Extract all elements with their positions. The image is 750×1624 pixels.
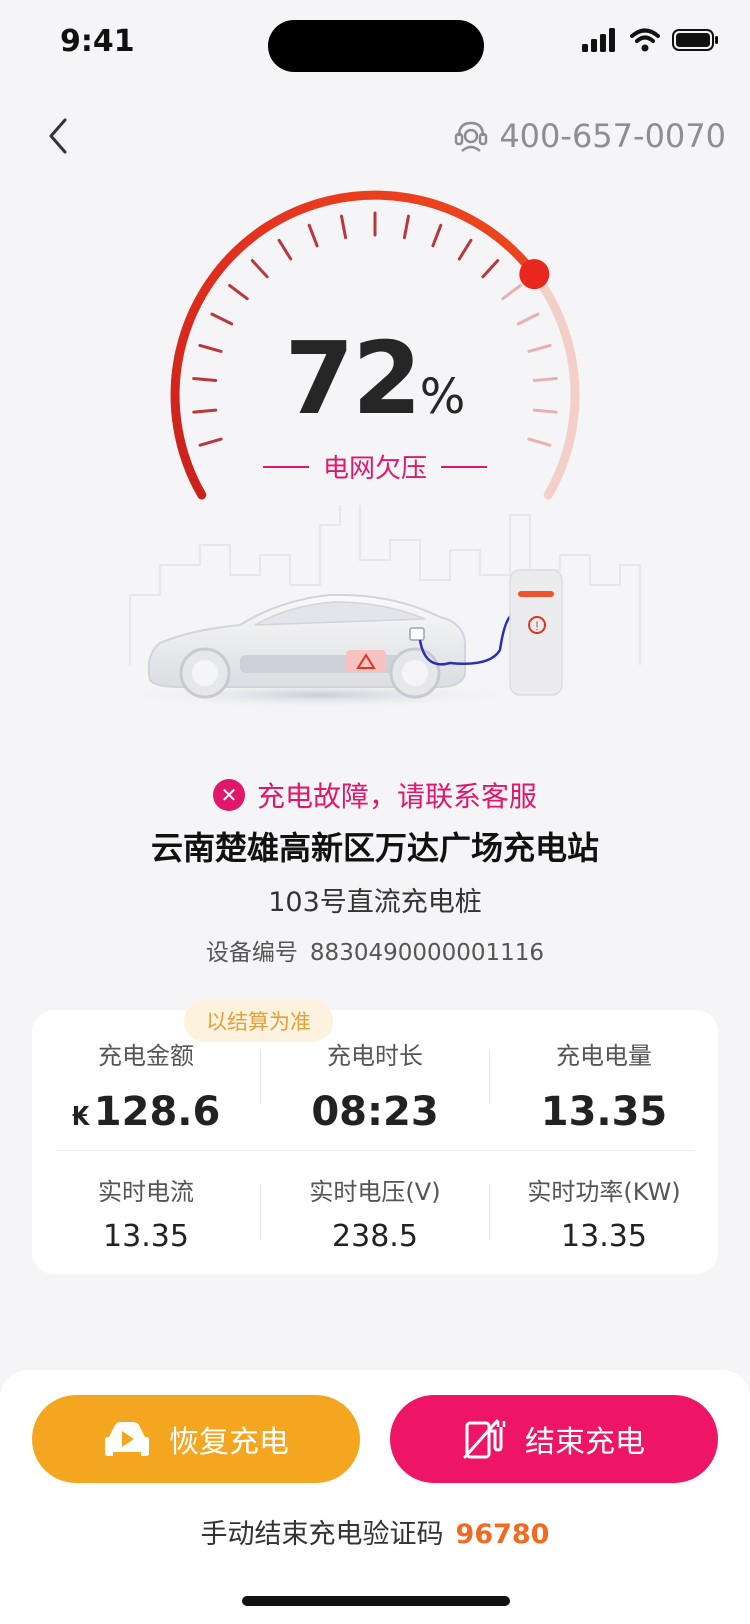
device-label: 设备编号 <box>205 940 298 966</box>
gauge-tick <box>307 223 319 248</box>
hotline-number: 400-657-0070 <box>499 117 726 155</box>
grid-status: 电网欠压 <box>0 448 750 485</box>
gauge-tick <box>501 284 522 301</box>
charger-pile-icon: ! <box>509 569 563 696</box>
gauge-tick <box>228 284 249 301</box>
verify-code-value: 96780 <box>455 1519 550 1550</box>
divider-line <box>441 465 487 468</box>
percent-sign: % <box>419 369 466 425</box>
divider <box>56 1150 694 1151</box>
divider-line <box>262 465 309 468</box>
stat-value: 13.35 <box>561 1219 647 1254</box>
device-value: 8830490000001116 <box>309 940 545 966</box>
status-time: 9:41 <box>60 24 135 59</box>
stat-amount: 充电金额 ₭ 128.6 <box>32 1036 260 1135</box>
stat-value: 13.35 <box>103 1219 189 1254</box>
stat-value: 13.35 <box>540 1089 668 1135</box>
battery-icon <box>672 29 718 51</box>
currency-symbol: ₭ <box>71 1102 90 1132</box>
gauge-tick <box>402 214 410 240</box>
headset-icon <box>455 121 488 152</box>
end-label: 结束充电 <box>525 1425 645 1460</box>
station-name: 云南楚雄高新区万达广场充电站 <box>150 829 599 867</box>
verification-code: 手动结束充电验证码 96780 <box>0 1512 750 1551</box>
pile-name: 103号直流充电桩 <box>268 887 482 918</box>
gauge-tick <box>250 259 269 279</box>
stat-duration: 充电时长 08:23 <box>261 1036 489 1135</box>
device-number: 设备编号 8830490000001116 <box>0 933 750 967</box>
signal-icon <box>582 28 615 52</box>
grid-status-text: 电网欠压 <box>322 454 427 484</box>
gauge-tick <box>340 214 348 240</box>
resume-charging-button[interactable]: 恢复充电 <box>32 1395 360 1483</box>
dynamic-island <box>268 20 484 72</box>
chevron-left-icon <box>49 118 67 154</box>
gauge-tick <box>481 259 500 279</box>
close-icon: ✕ <box>212 779 245 811</box>
wifi-icon <box>630 28 660 52</box>
gauge-tick <box>527 437 552 447</box>
stat-energy: 充电电量 13.35 <box>490 1036 718 1135</box>
resume-label: 恢复充电 <box>169 1425 289 1460</box>
stat-label: 充电电量 <box>556 1042 652 1070</box>
charger-off-icon <box>463 1419 506 1459</box>
charging-stats-card: 充电金额 ₭ 128.6 充电时长 08:23 充电电量 13.35 实时电流 1… <box>32 1010 718 1274</box>
stat-label: 实时功率(KW) <box>527 1178 681 1206</box>
stat-value: ₭ 128.6 <box>32 1089 260 1135</box>
gauge-tick <box>198 437 223 447</box>
car-icon <box>147 593 466 699</box>
gauge-tick <box>457 238 473 261</box>
home-indicator <box>242 1596 510 1606</box>
stat-label: 实时电流 <box>98 1178 194 1206</box>
fault-banner: ✕ 充电故障，请联系客服 <box>0 775 750 815</box>
charge-percent: 72% <box>0 320 750 437</box>
gauge-knob <box>519 259 550 290</box>
customer-service-hotline[interactable]: 400-657-0070 <box>453 108 726 164</box>
gauge-tick <box>431 223 443 248</box>
fault-message: 充电故障，请联系客服 <box>256 780 537 813</box>
stat-power: 实时功率(KW) 13.35 <box>490 1172 718 1254</box>
status-icons <box>582 28 720 52</box>
svg-text:!: ! <box>535 619 538 633</box>
settlement-tag: 以结算为准 <box>184 1000 333 1042</box>
gauge-tick <box>277 238 293 261</box>
car-play-icon <box>105 1422 149 1456</box>
stat-value: 238.5 <box>332 1219 418 1254</box>
stat-current: 实时电流 13.35 <box>32 1172 260 1254</box>
percent-value: 72 <box>284 320 422 437</box>
stat-label: 实时电压(V) <box>309 1178 441 1206</box>
stat-value: 08:23 <box>311 1089 439 1135</box>
amount-value: 128.6 <box>93 1089 221 1135</box>
charging-illustration: ! <box>120 505 641 709</box>
stat-voltage: 实时电压(V) 238.5 <box>261 1172 489 1254</box>
verify-label: 手动结束充电验证码 <box>200 1519 444 1550</box>
end-charging-button[interactable]: 结束充电 <box>390 1395 718 1483</box>
back-button[interactable] <box>30 108 86 164</box>
